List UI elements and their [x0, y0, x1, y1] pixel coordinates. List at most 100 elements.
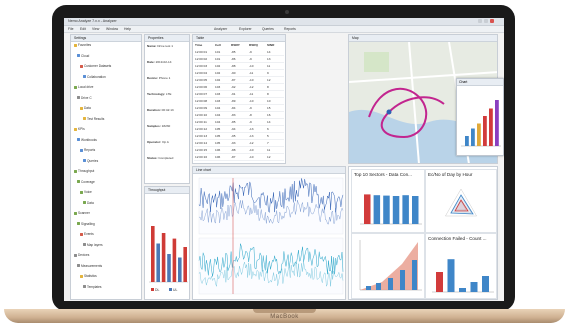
table-cell[interactable]: 12:00:14: [195, 141, 207, 145]
tab-reports[interactable]: Reports: [284, 27, 296, 31]
navigator-item[interactable]: Voice: [80, 190, 92, 194]
table-cell[interactable]: 106: [215, 155, 220, 159]
table-cell[interactable]: 13: [267, 57, 270, 61]
table-cell[interactable]: -13: [249, 127, 253, 131]
table-cell[interactable]: 12:00:15: [195, 148, 207, 152]
table-cell[interactable]: 12:00:04: [195, 71, 207, 75]
table-cell[interactable]: -89: [231, 99, 235, 103]
table-cell[interactable]: -9: [249, 120, 252, 124]
maximize-button[interactable]: [484, 19, 488, 23]
navigator-item[interactable]: Events: [80, 232, 94, 236]
table-cell[interactable]: 9: [267, 71, 269, 75]
table-cell[interactable]: 103: [215, 92, 220, 96]
table-cell[interactable]: 105: [215, 141, 220, 145]
table-cell[interactable]: -85: [231, 50, 235, 54]
table-cell[interactable]: -86: [231, 57, 235, 61]
table-cell[interactable]: -93: [231, 141, 235, 145]
table-cell[interactable]: -9: [249, 50, 252, 54]
table-cell[interactable]: 12:00:09: [195, 106, 207, 110]
mini-chart-popup[interactable]: Chart: [456, 78, 504, 156]
table-cell[interactable]: 12: [267, 78, 270, 82]
navigator-item[interactable]: Scanner: [74, 211, 90, 215]
menu-view[interactable]: View: [92, 27, 99, 31]
table-cell[interactable]: 12:00:03: [195, 64, 207, 68]
table-cell[interactable]: -83: [231, 113, 235, 117]
navigator-item[interactable]: Workbooks: [77, 138, 97, 142]
table-cell[interactable]: 11: [267, 64, 270, 68]
table-cell[interactable]: 105: [215, 127, 220, 131]
navigator-item[interactable]: Measurements: [77, 264, 102, 268]
table-cell[interactable]: -11: [249, 92, 253, 96]
table-cell[interactable]: 12:00:05: [195, 78, 207, 82]
table-cell[interactable]: -87: [231, 155, 235, 159]
table-cell[interactable]: 5: [267, 134, 269, 138]
table-cell[interactable]: 12:00:12: [195, 127, 207, 131]
table-cell[interactable]: -10: [249, 148, 253, 152]
table-cell[interactable]: -11: [249, 71, 253, 75]
table-cell[interactable]: 103: [215, 85, 220, 89]
table-cell[interactable]: 14: [267, 50, 270, 54]
navigator-item[interactable]: Test Results: [83, 117, 104, 121]
table-cell[interactable]: -88: [231, 148, 235, 152]
navigator-item[interactable]: Coverage: [77, 180, 95, 184]
table-cell[interactable]: 10: [267, 99, 270, 103]
table-cell[interactable]: -10: [249, 64, 253, 68]
menu-help[interactable]: Help: [124, 27, 131, 31]
tab-explorer[interactable]: Explorer: [239, 27, 252, 31]
table-cell[interactable]: -10: [249, 78, 253, 82]
navigator-item[interactable]: KPIs: [74, 127, 85, 131]
table-cell[interactable]: 104: [215, 106, 220, 110]
table-cell[interactable]: -88: [231, 64, 235, 68]
close-button[interactable]: [490, 19, 494, 23]
table-cell[interactable]: 12:00:10: [195, 113, 207, 117]
table-cell[interactable]: 105: [215, 134, 220, 138]
table-cell[interactable]: -12: [249, 85, 253, 89]
navigator-item[interactable]: Signalling: [77, 222, 95, 226]
table-cell[interactable]: 12: [267, 155, 270, 159]
table-cell[interactable]: 7: [267, 141, 269, 145]
table-cell[interactable]: -87: [231, 78, 235, 82]
table-cell[interactable]: -91: [231, 92, 235, 96]
navigator-item[interactable]: Customer Datasets: [80, 64, 111, 68]
menu-edit[interactable]: Edit: [80, 27, 86, 31]
navigator-item[interactable]: Statistics: [80, 274, 97, 278]
table-header[interactable]: Cell: [215, 43, 221, 47]
table-cell[interactable]: 12:00:11: [195, 120, 207, 124]
table-cell[interactable]: 15: [267, 106, 270, 110]
table-cell[interactable]: -90: [231, 71, 235, 75]
table-cell[interactable]: 104: [215, 113, 220, 117]
table-cell[interactable]: 12:00:01: [195, 50, 207, 54]
navigator-item[interactable]: Queries: [83, 159, 98, 163]
table-cell[interactable]: 102: [215, 71, 220, 75]
table-cell[interactable]: -85: [231, 120, 235, 124]
table-header[interactable]: SINR: [267, 43, 274, 47]
table-cell[interactable]: -10: [249, 155, 253, 159]
table-cell[interactable]: 12:00:16: [195, 155, 207, 159]
table-cell[interactable]: -94: [231, 127, 235, 131]
navigator-item[interactable]: Reports: [80, 148, 95, 152]
table-cell[interactable]: 12:00:02: [195, 57, 207, 61]
table-cell[interactable]: 106: [215, 148, 220, 152]
table-cell[interactable]: -9: [249, 106, 252, 110]
navigator-item[interactable]: Favorites: [74, 43, 91, 47]
table-cell[interactable]: 16: [267, 113, 270, 117]
menu-window[interactable]: Window: [106, 27, 118, 31]
table-cell[interactable]: 12:00:13: [195, 134, 207, 138]
table-cell[interactable]: -12: [249, 141, 253, 145]
table-cell[interactable]: 8: [267, 85, 269, 89]
navigator-item[interactable]: Templates: [83, 285, 102, 289]
navigator-item[interactable]: Data: [83, 201, 94, 205]
navigator-item[interactable]: Data: [80, 106, 91, 110]
navigator-item[interactable]: Devices: [74, 253, 89, 257]
table-cell[interactable]: 11: [267, 148, 270, 152]
navigator-item[interactable]: Drive C: [77, 96, 92, 100]
table-cell[interactable]: 8: [267, 92, 269, 96]
table-cell[interactable]: -92: [231, 85, 235, 89]
table-header[interactable]: RSRQ: [249, 43, 258, 47]
table-cell[interactable]: 102: [215, 64, 220, 68]
table-cell[interactable]: 101: [215, 50, 220, 54]
table-cell[interactable]: -84: [231, 106, 235, 110]
menu-file[interactable]: File: [68, 27, 73, 31]
table-header[interactable]: RSRP: [231, 43, 240, 47]
navigator-item[interactable]: Collaboration: [83, 75, 106, 79]
